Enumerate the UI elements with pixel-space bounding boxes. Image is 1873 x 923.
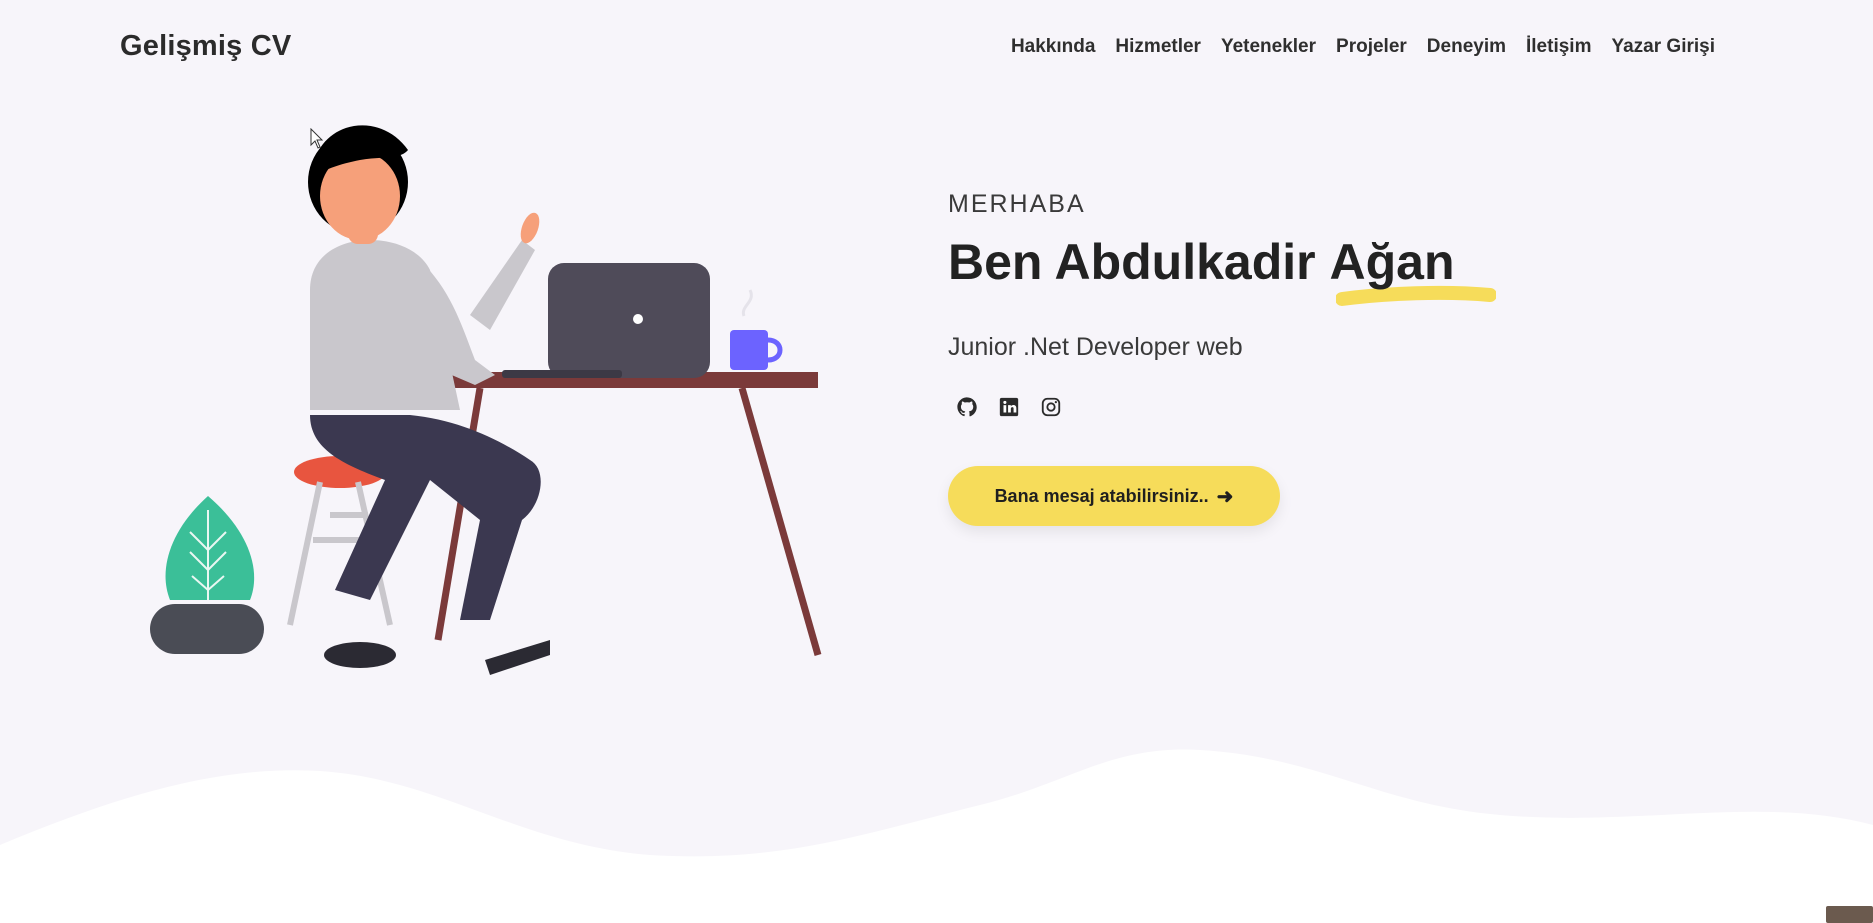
send-message-button[interactable]: Bana mesaj atabilirsiniz.. ➜ [948,466,1280,526]
hero-section: MERHABA Ben Abdulkadir Ağan Junior .Net … [948,190,1496,526]
page: Gelişmiş CV Hakkında Hizmetler Yetenekle… [0,0,1873,923]
nav-item-projeler[interactable]: Projeler [1336,36,1407,58]
person-icon [308,125,550,675]
main-nav: Hakkında Hizmetler Yetenekler Projeler D… [1011,36,1715,58]
instagram-icon[interactable] [1040,396,1062,418]
linkedin-icon[interactable] [998,396,1020,418]
nav-item-yetenekler[interactable]: Yetenekler [1221,36,1316,58]
cta-label: Bana mesaj atabilirsiniz.. [994,485,1209,506]
social-links [948,396,1455,418]
name-last-text: Ağan [1329,234,1455,290]
mug-icon [730,289,783,370]
arrow-right-icon: ➜ [1216,485,1234,508]
wave-divider [0,749,1873,923]
avatar [1826,906,1873,923]
greeting-text: MERHABA [948,190,1086,218]
hero-name: Ben Abdulkadir Ağan [948,233,1496,306]
nav-item-deneyim[interactable]: Deneyim [1427,36,1506,58]
github-icon[interactable] [956,396,978,418]
nav-item-hakkinda[interactable]: Hakkında [1011,36,1095,58]
name-last-highlighted: Ağan [1329,233,1496,306]
mouse-cursor-icon [310,128,324,149]
laptop-icon [502,263,710,378]
nav-item-yazar-girisi[interactable]: Yazar Girişi [1611,36,1715,58]
plant-icon [150,496,264,654]
developer-illustration [150,125,822,675]
nav-item-iletisim[interactable]: İletişim [1526,36,1591,58]
name-first: Ben Abdulkadir [948,234,1330,290]
role-text: Junior .Net Developer web [948,333,1243,361]
brand-logo[interactable]: Gelişmiş CV [120,30,291,63]
nav-item-hizmetler[interactable]: Hizmetler [1115,36,1201,58]
